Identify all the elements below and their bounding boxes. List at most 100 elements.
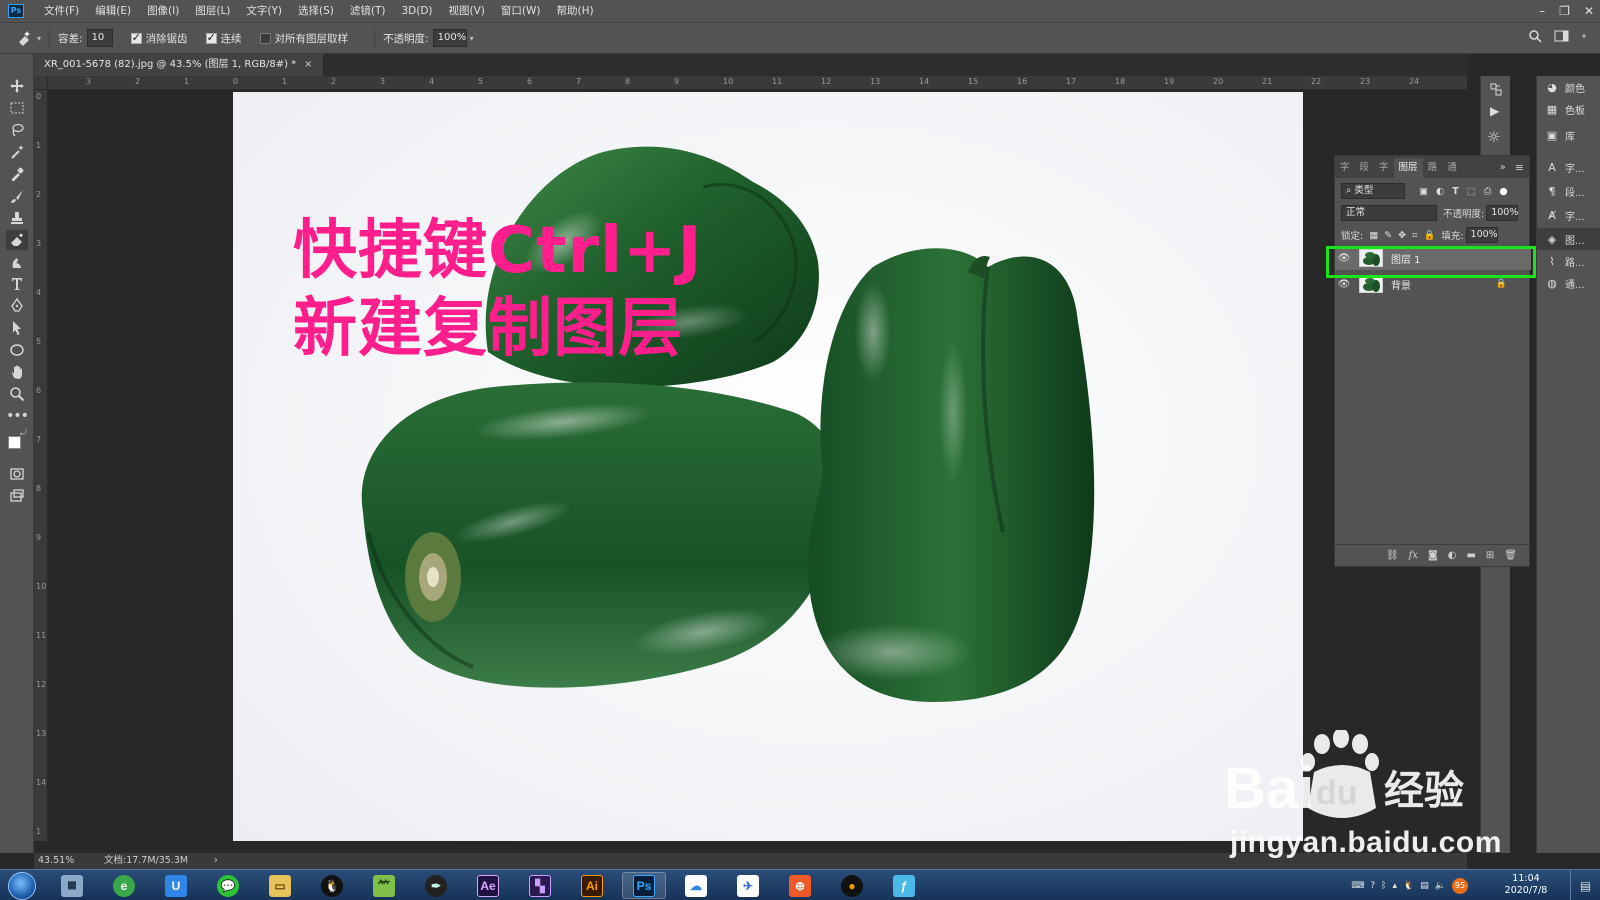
menu-type[interactable]: 文字(Y)	[238, 0, 290, 22]
filter-dropdown[interactable]: ⌕ 类型	[1341, 183, 1405, 199]
volume-icon[interactable]: 🔈	[1435, 881, 1446, 891]
workspace-icon[interactable]	[1554, 29, 1570, 43]
close-tab-icon[interactable]: ×	[304, 54, 312, 76]
taskbar-wechat[interactable]: 💬	[206, 872, 250, 899]
taskbar-send[interactable]: ✈	[726, 872, 770, 899]
menu-filter[interactable]: 滤镜(T)	[342, 0, 394, 22]
collapsed-panel-paths[interactable]: ⌇ 路...	[1537, 250, 1600, 272]
tab-layers[interactable]: 图层	[1393, 158, 1423, 178]
chevron-down-icon[interactable]: ▾	[470, 34, 474, 43]
mask-icon[interactable]: ◙	[1428, 550, 1438, 561]
filter-smart-icon[interactable]: ⎙	[1484, 186, 1492, 197]
menu-edit[interactable]: 编辑(E)	[87, 0, 139, 22]
taskbar-browser[interactable]: e	[102, 872, 146, 899]
zoom-level[interactable]: 43.51%	[38, 853, 74, 869]
history-icon[interactable]	[1488, 82, 1504, 101]
status-menu-arrow[interactable]: ›	[214, 853, 218, 869]
zoom-tool[interactable]	[6, 384, 28, 404]
taskbar-after-effects[interactable]: Ae	[466, 872, 510, 899]
search-icon[interactable]	[1528, 29, 1542, 43]
new-layer-icon[interactable]: ⊞	[1486, 550, 1494, 561]
taskbar-qq[interactable]: 🐧	[310, 872, 354, 899]
marquee-tool[interactable]	[6, 98, 28, 118]
taskbar-bamboo[interactable]: ⺮	[362, 872, 406, 899]
collapsed-panel-character[interactable]: A 字...	[1537, 156, 1600, 178]
lasso-tool[interactable]	[6, 120, 28, 140]
network-icon[interactable]: ▤	[1420, 881, 1429, 891]
brightness-icon[interactable]: ☼	[1487, 128, 1500, 146]
fx-icon[interactable]: fx	[1409, 550, 1418, 561]
action-center-icon[interactable]: ▤	[1570, 870, 1600, 900]
tolerance-input[interactable]: 10	[86, 29, 113, 47]
tray-arrow-icon[interactable]: ▴	[1393, 881, 1398, 891]
tab-paths[interactable]: 路	[1423, 158, 1443, 178]
pen-tool[interactable]	[6, 296, 28, 316]
blend-mode-dropdown[interactable]: 正常	[1341, 205, 1437, 221]
magic-wand-tool[interactable]	[6, 142, 28, 162]
tab-character[interactable]: 字	[1335, 158, 1355, 178]
brush-tool[interactable]	[6, 186, 28, 206]
tab-channels[interactable]: 通	[1442, 158, 1462, 178]
sample-all-group[interactable]: 对所有图层取样	[259, 31, 348, 46]
smudge-tool[interactable]	[6, 252, 28, 272]
menu-window[interactable]: 窗口(W)	[493, 0, 549, 22]
color-swatches[interactable]: ⤾	[8, 428, 30, 458]
taskbar-pen-app[interactable]: ✒	[414, 872, 458, 899]
adjustment-icon[interactable]: ◐	[1448, 550, 1457, 561]
canvas-area[interactable]: 快捷键Ctrl+J 新建复制图层	[48, 91, 1467, 841]
taskbar-calculator[interactable]: ▦	[50, 872, 94, 899]
qq-tray-icon[interactable]: 🐧	[1403, 881, 1414, 891]
type-tool[interactable]	[6, 274, 28, 294]
collapsed-panel-paragraph[interactable]: ¶ 段...	[1537, 180, 1600, 202]
taskbar-uc[interactable]: U	[154, 872, 198, 899]
foreground-color[interactable]	[8, 436, 21, 449]
eyedropper-tool[interactable]	[6, 164, 28, 184]
move-tool[interactable]	[6, 76, 28, 96]
lock-pixels-icon[interactable]: ✎	[1384, 230, 1392, 241]
lock-all-icon[interactable]: 🔒	[1423, 230, 1435, 241]
collapsed-panel-layers[interactable]: ◈ 图...	[1537, 228, 1600, 250]
screen-mode-tool[interactable]	[6, 486, 28, 506]
link-icon[interactable]: ⛓	[1386, 550, 1399, 561]
shape-tool[interactable]	[6, 340, 28, 360]
menu-3d[interactable]: 3D(D)	[393, 0, 440, 22]
antialias-group[interactable]: 消除锯齿	[130, 31, 188, 46]
filter-type-icon[interactable]: T	[1452, 186, 1458, 197]
taskbar-netdisk[interactable]: ☁	[674, 872, 718, 899]
taskbar-photoshop[interactable]: Ps	[622, 872, 666, 899]
filter-shape-icon[interactable]: ⬚	[1467, 186, 1476, 197]
fill-input[interactable]: 100%	[1465, 227, 1498, 243]
quick-mask-tool[interactable]	[6, 464, 28, 484]
menu-image[interactable]: 图像(I)	[139, 0, 187, 22]
taskbar-video[interactable]: ⊕	[778, 872, 822, 899]
menu-help[interactable]: 帮助(H)	[549, 0, 602, 22]
lock-transparent-icon[interactable]: ▦	[1369, 230, 1378, 241]
temperature-badge[interactable]: 95	[1452, 878, 1468, 894]
more-tools[interactable]: •••	[6, 406, 29, 426]
layer-name[interactable]: 背景	[1391, 277, 1411, 292]
swap-colors-icon[interactable]: ⤾	[20, 428, 27, 438]
collapsed-panel-swatches[interactable]: ▦ 色板	[1537, 98, 1600, 120]
contiguous-group[interactable]: 连续	[205, 31, 242, 46]
sample-all-checkbox[interactable]	[259, 32, 271, 44]
tab-glyphs[interactable]: 字	[1374, 158, 1394, 178]
menu-file[interactable]: 文件(F)	[36, 0, 87, 22]
panel-menu-icon[interactable]: ≡	[1510, 158, 1529, 178]
document-tab[interactable]: XR_001-5678 (82).jpg @ 43.5% (图层 1, RGB/…	[34, 54, 323, 76]
filter-pixel-icon[interactable]: ▣	[1419, 186, 1428, 197]
collapsed-panel-color[interactable]: ◕ 颜色	[1537, 76, 1600, 98]
minimize-icon[interactable]: –	[1539, 4, 1545, 18]
collapsed-panel-libraries[interactable]: ▣ 库	[1537, 124, 1600, 146]
tab-paragraph[interactable]: 段	[1355, 158, 1375, 178]
keyboard-icon[interactable]: ⌨	[1351, 881, 1364, 891]
bluetooth-icon[interactable]: ᛒ	[1381, 881, 1386, 891]
menu-layer[interactable]: 图层(L)	[187, 0, 238, 22]
document-canvas[interactable]: 快捷键Ctrl+J 新建复制图层	[233, 92, 1303, 841]
trash-icon[interactable]: 🗑	[1504, 550, 1517, 561]
filter-adjustment-icon[interactable]: ◐	[1436, 186, 1444, 197]
visibility-eye-icon[interactable]: 👁	[1335, 279, 1353, 290]
ruler-corner[interactable]	[34, 76, 48, 90]
taskbar-premiere[interactable]: ▚	[518, 872, 562, 899]
chevron-down-icon[interactable]: ▾	[1582, 32, 1586, 41]
restore-icon[interactable]: ❐	[1559, 4, 1570, 18]
